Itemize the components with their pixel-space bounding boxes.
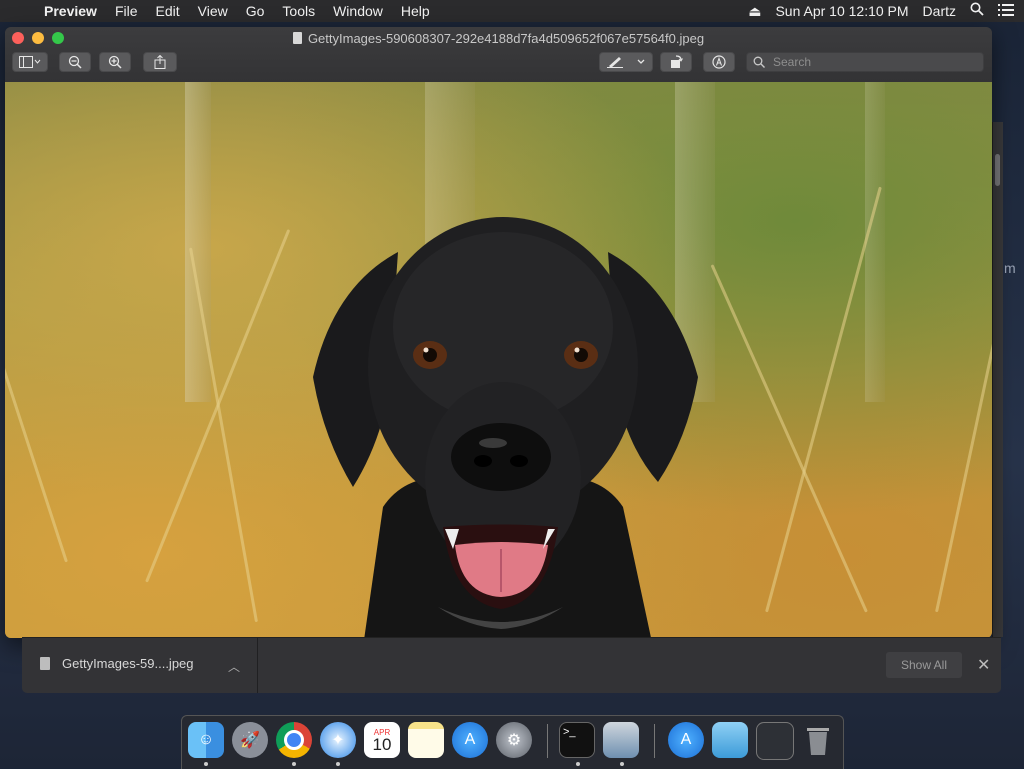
window-title-text: GettyImages-590608307-292e4188d7fa4d5096… [307,31,705,46]
trash-can-graphic [807,728,829,755]
download-file-name: GettyImages-59....jpeg [62,656,194,671]
running-indicator [336,762,340,766]
zoom-in-icon [108,55,122,69]
app-store-folder-icon[interactable]: A [668,722,704,758]
downloads-stack-icon[interactable] [756,722,794,760]
folder-icon[interactable] [712,722,748,758]
rotate-icon [671,55,683,68]
zoom-out-icon [68,55,82,69]
pen-icon [607,57,623,68]
system-preferences-icon[interactable]: ⚙ [496,722,532,758]
chevron-up-icon[interactable]: ︿ [228,658,240,675]
download-divider [257,638,258,693]
running-indicator [620,762,624,766]
background-tree [865,82,885,402]
image-canvas[interactable] [5,82,992,638]
notification-center-icon[interactable] [998,0,1014,22]
search-icon [753,56,765,68]
menubar-user[interactable]: Dartz [923,0,956,22]
markup-icon [712,55,726,69]
menu-tools[interactable]: Tools [273,0,324,22]
dock-separator [654,724,655,758]
sidebar-toggle-button[interactable] [12,52,48,72]
dock-separator [547,724,548,758]
menubar-clock[interactable]: Sun Apr 10 12:10 PM [775,0,908,22]
calendar-icon[interactable]: APR 10 [364,722,400,758]
markup-toolbar-button[interactable] [703,52,735,72]
running-indicator [576,762,580,766]
calendar-day: 10 [372,734,392,754]
show-all-button[interactable]: Show All [886,652,962,678]
menu-preview[interactable]: Preview [36,0,106,22]
notes-icon[interactable] [408,722,444,758]
finder-icon[interactable]: ☺ [188,722,224,758]
menu-window[interactable]: Window [324,0,392,22]
rotate-button[interactable] [660,52,692,72]
document-icon [292,32,302,44]
menu-go[interactable]: Go [237,0,274,22]
chevron-down-icon [637,59,645,64]
background-window [992,122,1003,637]
menu-edit[interactable]: Edit [147,0,189,22]
download-bar: GettyImages-59....jpeg ︿ Show All ✕ [22,637,1001,693]
menu-file[interactable]: File [106,0,147,22]
menu-help[interactable]: Help [392,0,439,22]
preview-icon[interactable] [603,722,639,758]
window-title: GettyImages-590608307-292e4188d7fa4d5096… [5,31,992,46]
grass-blade [5,162,68,563]
grass-blade [189,247,258,623]
preview-window: GettyImages-590608307-292e4188d7fa4d5096… [5,27,992,638]
search-field[interactable] [746,52,984,72]
dock: ☺ 🚀 ✦ APR 10 A ⚙ >_ A [181,715,844,769]
menu-view[interactable]: View [189,0,237,22]
menu-bar: Preview File Edit View Go Tools Window H… [0,0,1024,22]
markup-pen-button[interactable] [599,52,653,72]
close-icon[interactable]: ✕ [977,655,990,675]
background-scrollbar[interactable] [995,154,1000,186]
safari-icon[interactable]: ✦ [320,722,356,758]
search-input[interactable] [771,54,975,70]
file-icon [40,657,50,670]
download-item[interactable]: GettyImages-59....jpeg [40,656,194,671]
running-indicator [292,762,296,766]
background-window-text: m [1004,260,1016,276]
share-icon [154,55,166,69]
eject-icon[interactable]: ⏏ [748,0,761,22]
launchpad-icon[interactable]: 🚀 [232,722,268,758]
running-indicator [204,762,208,766]
sidebar-icon [19,56,41,68]
black-labrador-photo [313,217,698,638]
app-store-icon[interactable]: A [452,722,488,758]
title-bar: GettyImages-590608307-292e4188d7fa4d5096… [5,27,992,83]
zoom-in-button[interactable] [99,52,131,72]
spotlight-search-icon[interactable] [970,0,984,22]
share-button[interactable] [143,52,177,72]
chrome-icon[interactable] [276,722,312,758]
grass-blade [935,288,992,613]
zoom-out-button[interactable] [59,52,91,72]
trash-icon[interactable] [800,722,836,758]
terminal-icon[interactable]: >_ [559,722,595,758]
